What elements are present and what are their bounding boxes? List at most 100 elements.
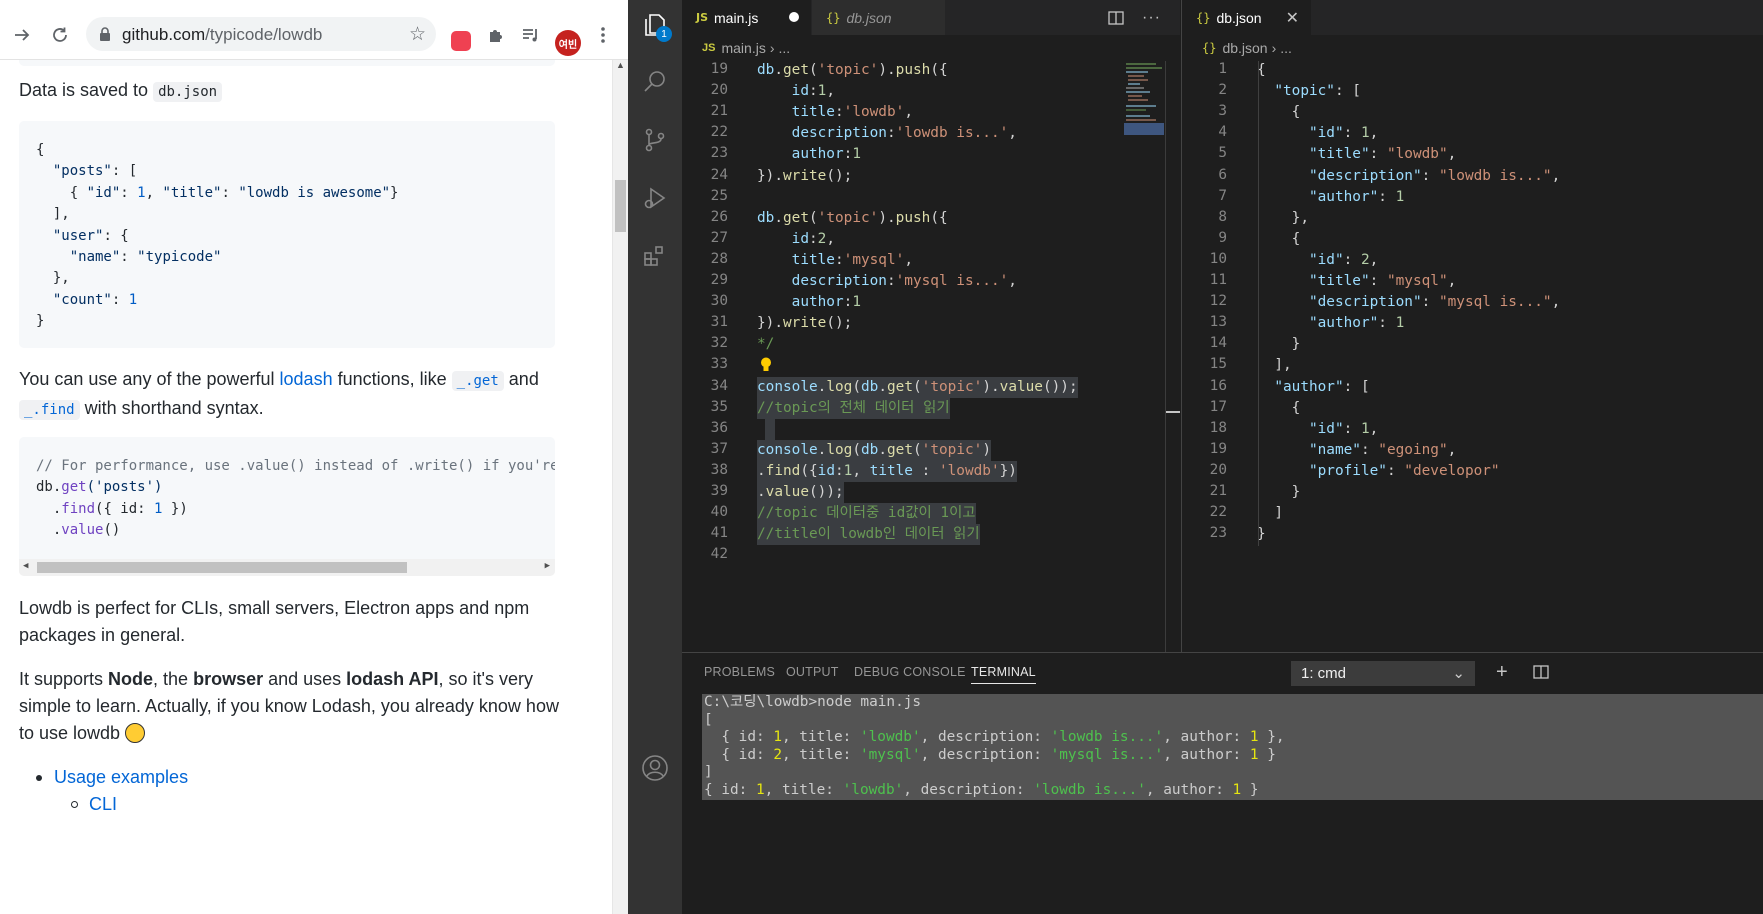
code-line[interactable]: "profile": "developor"	[1257, 461, 1500, 482]
profile-avatar[interactable]: 여빈	[555, 30, 581, 56]
minimap[interactable]	[1124, 61, 1164, 141]
line-number: 18	[1209, 419, 1227, 436]
code-line[interactable]: },	[1257, 208, 1309, 229]
lock-icon	[98, 26, 114, 42]
breadcrumb-file[interactable]: main.js	[721, 40, 765, 56]
tab-output[interactable]: OUTPUT	[786, 665, 839, 679]
code-line[interactable]: "title": "lowdb",	[1257, 144, 1456, 165]
code-line: "posts": [	[52, 163, 138, 180]
lodash-link[interactable]: lodash	[280, 369, 333, 389]
usage-examples-link[interactable]: Usage examples	[54, 767, 188, 787]
tab-main-js[interactable]: JS main.js	[682, 0, 812, 35]
extension-icon[interactable]	[451, 31, 471, 51]
code-line[interactable]: //topic 데이터중 id값이 1이고	[757, 503, 976, 525]
code-line[interactable]: "id": 1,	[1257, 419, 1378, 440]
terminal-select[interactable]: 1: cmd ⌄	[1291, 661, 1475, 686]
split-terminal-icon[interactable]	[1533, 663, 1549, 686]
code-line[interactable]: author:1	[757, 292, 861, 313]
get-code-link[interactable]: _.get	[451, 371, 504, 391]
terminal-output[interactable]: C:\코딩\lowdb>node main.js[ { id: 1, title…	[704, 694, 1285, 800]
code-line[interactable]: {	[1257, 229, 1301, 250]
new-terminal-icon[interactable]: +	[1496, 661, 1508, 684]
code-line[interactable]: .value());	[757, 482, 844, 503]
reload-icon[interactable]	[48, 23, 72, 47]
split-editor-icon[interactable]	[1108, 0, 1124, 35]
tab-db-json-preview[interactable]: {} db.json	[812, 0, 946, 35]
code-line[interactable]: "title": "mysql",	[1257, 271, 1456, 292]
code-line: "count": 1	[52, 291, 138, 308]
code-line[interactable]: "name": "egoing",	[1257, 440, 1456, 461]
tab-terminal[interactable]: TERMINAL	[971, 665, 1036, 684]
line-number: 22	[1209, 504, 1227, 521]
scroll-thumb[interactable]	[37, 562, 407, 573]
code-line[interactable]: //topic의 전체 데이터 읽기	[757, 397, 950, 419]
close-tab-icon[interactable]: ✕	[1286, 8, 1299, 28]
code-line[interactable]: ],	[1257, 355, 1291, 376]
scroll-right-icon[interactable]: ▶	[545, 561, 550, 571]
explorer-icon[interactable]: 1	[628, 0, 682, 50]
cli-paragraph: Lowdb is perfect for CLIs, small servers…	[19, 598, 530, 645]
code-line[interactable]: "author": 1	[1257, 313, 1404, 334]
menu-kebab-icon[interactable]	[591, 23, 615, 47]
scroll-left-icon[interactable]: ◀	[23, 561, 28, 571]
tab-problems[interactable]: PROBLEMS	[704, 665, 775, 679]
code-line[interactable]: "id": 2,	[1257, 250, 1378, 271]
address-bar[interactable]: github.com/typicode/lowdb ☆	[86, 17, 436, 51]
code-line[interactable]: {	[1257, 398, 1301, 419]
source-control-icon[interactable]	[628, 115, 682, 165]
more-actions-icon[interactable]: ···	[1142, 0, 1161, 35]
line-number: 36	[710, 419, 728, 436]
code-line[interactable]: ]	[1257, 503, 1283, 524]
code-line[interactable]: author:1	[757, 144, 861, 165]
code-line[interactable]: "description": "mysql is...",	[1257, 292, 1560, 313]
scroll-up-icon[interactable]: ▲	[616, 60, 625, 70]
bottom-panel: PROBLEMS OUTPUT DEBUG CONSOLE TERMINAL 1…	[682, 652, 1763, 914]
unsaved-dot-icon[interactable]	[789, 12, 799, 22]
puzzle-extensions-icon[interactable]	[484, 23, 508, 47]
bookmark-star-icon[interactable]: ☆	[409, 23, 426, 46]
code-line[interactable]: .find({id:1, title : 'lowdb'})	[757, 460, 1017, 482]
code-line[interactable]: }	[1257, 334, 1301, 355]
code-line[interactable]: "id": 1,	[1257, 123, 1378, 144]
code-line[interactable]: "author": 1	[1257, 187, 1404, 208]
breadcrumb-file[interactable]: db.json	[1222, 40, 1267, 56]
code-line[interactable]: console.log(db.get('topic').value());	[757, 376, 1078, 398]
code-line[interactable]: title:'mysql',	[757, 250, 913, 271]
code-horizontal-scrollbar[interactable]: ◀ ▶	[19, 559, 555, 576]
lightbulb-icon[interactable]	[760, 357, 772, 372]
find-code-link[interactable]: _.find	[19, 400, 80, 420]
tab-db-json[interactable]: {} db.json ✕	[1182, 0, 1312, 35]
code-line[interactable]: //title이 lowdb인 데이터 읽기	[757, 524, 980, 546]
run-debug-icon[interactable]	[628, 173, 682, 223]
code-line[interactable]: description:'lowdb is...',	[757, 123, 1017, 144]
code-line[interactable]: description:'mysql is...',	[757, 271, 1017, 292]
media-queue-icon[interactable]	[519, 23, 543, 47]
tab-debug-console[interactable]: DEBUG CONSOLE	[854, 665, 966, 679]
page-scroll-thumb[interactable]	[615, 180, 626, 232]
code-line[interactable]: }	[1257, 482, 1301, 503]
code-line[interactable]: "topic": [	[1257, 81, 1361, 102]
code-line[interactable]: "description": "lowdb is...",	[1257, 166, 1560, 187]
code-line[interactable]: id:1,	[757, 81, 835, 102]
forward-icon[interactable]	[10, 23, 34, 47]
breadcrumb-rest[interactable]: ...	[1280, 40, 1292, 56]
cli-link[interactable]: CLI	[89, 794, 117, 814]
code-line[interactable]: */	[757, 334, 774, 355]
code-line[interactable]: "author": [	[1257, 377, 1369, 398]
wink-emoji-icon	[125, 723, 146, 743]
code-line[interactable]: db.get('topic').push({	[757, 208, 948, 229]
tab-label: db.json	[1216, 9, 1262, 26]
editor-group-main: JS main.js {} db.json ··· JS main.js › .…	[682, 0, 1180, 652]
page-scrollbar[interactable]: ▲	[612, 60, 628, 914]
account-icon[interactable]	[628, 743, 682, 793]
breadcrumb-rest[interactable]: ...	[779, 40, 791, 56]
code-line[interactable]: {	[1257, 102, 1301, 123]
code-line[interactable]: title:'lowdb',	[757, 102, 913, 123]
code-line[interactable]: id:2,	[757, 229, 835, 250]
code-line[interactable]: console.log(db.get('topic')	[757, 439, 991, 461]
search-icon[interactable]	[628, 57, 682, 107]
code-line[interactable]: }).write();	[757, 166, 852, 187]
code-line[interactable]: }).write();	[757, 313, 852, 334]
code-line[interactable]: db.get('topic').push({	[757, 60, 948, 81]
extensions-icon[interactable]	[628, 231, 682, 281]
